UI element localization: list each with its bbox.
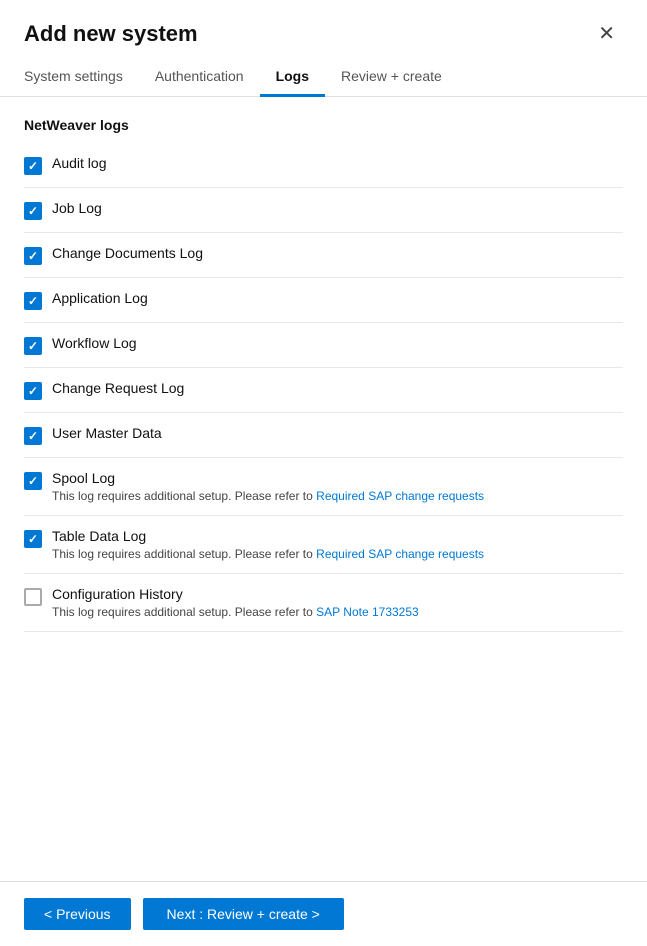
checkbox-job-log[interactable]: ✓ <box>24 202 42 220</box>
tab-system-settings[interactable]: System settings <box>24 58 139 97</box>
content-area: NetWeaver logs ✓ Audit log ✓ Job Log ✓ Change… <box>0 97 647 881</box>
log-item-change-documents-log: ✓ Change Documents Log <box>24 233 623 278</box>
log-label-change-documents-log: Change Documents Log <box>52 245 623 261</box>
log-label-change-request-log: Change Request Log <box>52 380 623 396</box>
add-new-system-dialog: Add new system ✕ System settings Authent… <box>0 0 647 946</box>
tab-authentication[interactable]: Authentication <box>139 58 260 97</box>
log-label-audit-log: Audit log <box>52 155 623 171</box>
dialog-title: Add new system <box>24 21 198 47</box>
checkbox-configuration-history[interactable] <box>24 588 42 606</box>
close-button[interactable]: ✕ <box>590 20 623 48</box>
checkbox-change-documents-log[interactable]: ✓ <box>24 247 42 265</box>
checkbox-table-data-log[interactable]: ✓ <box>24 530 42 548</box>
log-label-job-log: Job Log <box>52 200 623 216</box>
log-label-application-log: Application Log <box>52 290 623 306</box>
checkbox-application-log[interactable]: ✓ <box>24 292 42 310</box>
log-label-workflow-log: Workflow Log <box>52 335 623 351</box>
log-item-table-data-log: ✓ Table Data Log This log requires additio… <box>24 516 623 574</box>
log-label-table-data-log: Table Data Log <box>52 528 623 544</box>
log-label-spool-log: Spool Log <box>52 470 623 486</box>
log-item-configuration-history: Configuration History This log requires a… <box>24 574 623 632</box>
log-link-configuration-history[interactable]: SAP Note 1733253 <box>316 605 419 619</box>
tabs-nav: System settings Authentication Logs Revi… <box>0 58 647 97</box>
log-desc-spool-log: This log requires additional setup. Plea… <box>52 489 623 503</box>
checkbox-workflow-log[interactable]: ✓ <box>24 337 42 355</box>
section-title: NetWeaver logs <box>24 117 623 133</box>
previous-button[interactable]: < Previous <box>24 898 131 930</box>
log-desc-configuration-history: This log requires additional setup. Plea… <box>52 605 623 619</box>
logs-list: ✓Audit log✓Job Log✓Change Documents Log✓… <box>24 143 623 632</box>
log-item-workflow-log: ✓ Workflow Log <box>24 323 623 368</box>
checkbox-user-master-data[interactable]: ✓ <box>24 427 42 445</box>
footer: < Previous Next : Review + create > <box>0 881 647 946</box>
log-item-job-log: ✓ Job Log <box>24 188 623 233</box>
log-desc-table-data-log: This log requires additional setup. Plea… <box>52 547 623 561</box>
tab-review-create[interactable]: Review + create <box>325 58 458 97</box>
log-link-spool-log[interactable]: Required SAP change requests <box>316 489 484 503</box>
checkbox-spool-log[interactable]: ✓ <box>24 472 42 490</box>
dialog-header: Add new system ✕ <box>0 0 647 58</box>
next-button[interactable]: Next : Review + create > <box>143 898 344 930</box>
log-item-spool-log: ✓ Spool Log This log requires additional s… <box>24 458 623 516</box>
log-link-table-data-log[interactable]: Required SAP change requests <box>316 547 484 561</box>
log-item-user-master-data: ✓ User Master Data <box>24 413 623 458</box>
log-item-audit-log: ✓ Audit log <box>24 143 623 188</box>
log-label-user-master-data: User Master Data <box>52 425 623 441</box>
log-item-application-log: ✓ Application Log <box>24 278 623 323</box>
log-item-change-request-log: ✓ Change Request Log <box>24 368 623 413</box>
tab-logs[interactable]: Logs <box>260 58 325 97</box>
log-label-configuration-history: Configuration History <box>52 586 623 602</box>
checkbox-change-request-log[interactable]: ✓ <box>24 382 42 400</box>
checkbox-audit-log[interactable]: ✓ <box>24 157 42 175</box>
